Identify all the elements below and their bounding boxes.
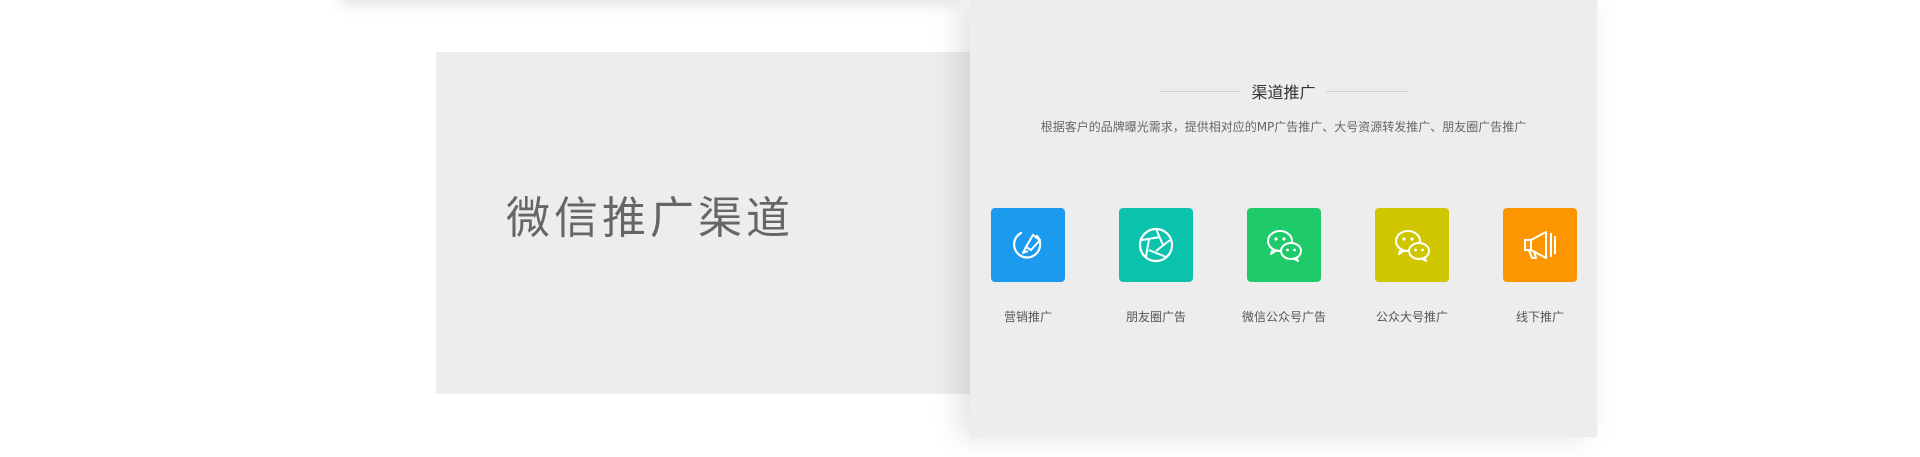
channel-label: 线下推广 xyxy=(1515,310,1564,324)
channel-label: 朋友圈广告 xyxy=(1125,310,1186,324)
channel-label: 营销推广 xyxy=(1003,310,1052,324)
section-heading: 渠道推广 xyxy=(970,80,1597,102)
wechat-bubbles-icon xyxy=(1267,230,1302,262)
banner-title: 微信推广渠道 xyxy=(506,193,794,244)
section-subtitle: 根据客户的品牌曝光需求，提供相对应的MP广告推广、大号资源转发推广、朋友圈广告推… xyxy=(1040,120,1527,134)
channel-item-moments[interactable]: 朋友圈广告 xyxy=(1106,208,1206,325)
channel-icon-tile[interactable] xyxy=(1119,208,1193,282)
channel-icon-tile[interactable] xyxy=(991,208,1065,282)
channel-icon-tile[interactable] xyxy=(1503,208,1577,282)
channel-item-official-account[interactable]: 微信公众号广告 xyxy=(1234,208,1334,325)
channel-item-offline[interactable]: 线下推广 xyxy=(1490,208,1590,325)
channel-promotion-card: 渠道推广 根据客户的品牌曝光需求，提供相对应的MP广告推广、大号资源转发推广、朋… xyxy=(970,0,1597,437)
marketing-pen-icon xyxy=(1013,231,1042,259)
moments-aperture-icon xyxy=(1138,227,1174,263)
channel-icon-tile[interactable] xyxy=(1375,208,1449,282)
channel-label: 微信公众号广告 xyxy=(1241,310,1326,324)
heading-divider-left xyxy=(1159,90,1242,92)
banner-panel: 微信推广渠道 xyxy=(436,52,970,394)
channel-item-marketing[interactable]: 营销推广 xyxy=(978,208,1078,325)
channel-icon-tile[interactable] xyxy=(1247,208,1321,282)
heading-divider-right xyxy=(1325,90,1408,92)
section-title: 渠道推广 xyxy=(1251,83,1316,102)
channel-item-big-accounts[interactable]: 公众大号推广 xyxy=(1362,208,1462,325)
wechat-bubbles-icon xyxy=(1395,230,1430,262)
megaphone-icon xyxy=(1524,231,1556,259)
channel-label: 公众大号推广 xyxy=(1375,310,1448,324)
